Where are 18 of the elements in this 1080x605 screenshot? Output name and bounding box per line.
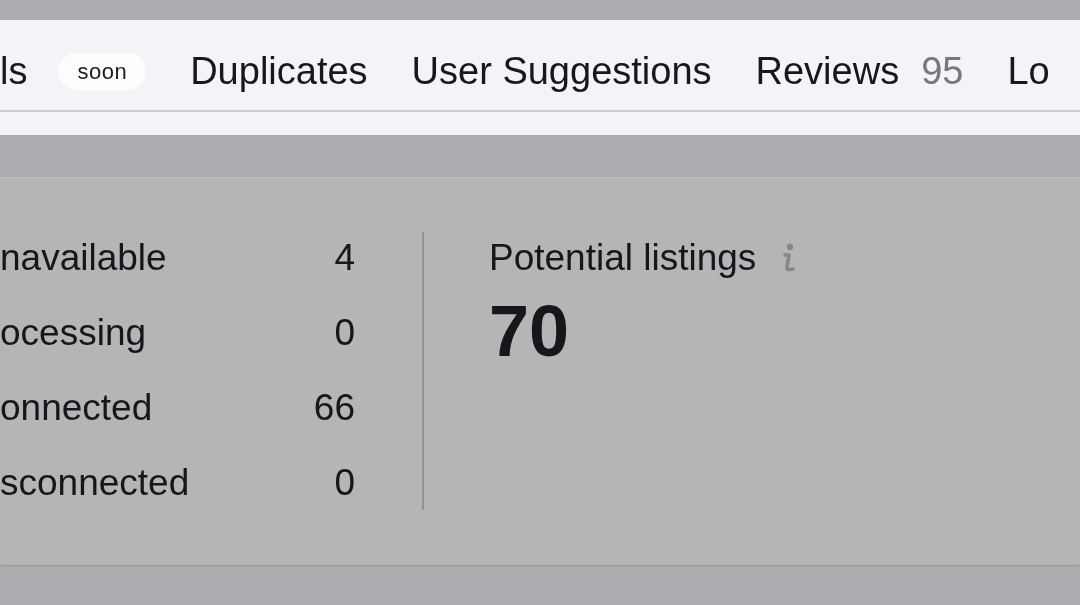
status-badge: soon (58, 52, 147, 90)
stat-value: 0 (334, 460, 355, 505)
tab-count: 95 (921, 49, 964, 94)
stat-label: ocessing (0, 310, 147, 355)
stat-label: navailable (0, 235, 167, 280)
stat-value: 66 (313, 385, 355, 430)
potential-listings-value: 70 (489, 295, 571, 367)
tab[interactable]: ls soon (0, 48, 147, 94)
tab[interactable]: Duplicates (190, 48, 368, 94)
tab[interactable]: User Suggestions (411, 48, 712, 94)
stat-value: 4 (334, 235, 355, 280)
tab[interactable]: Reviews 95 (755, 48, 964, 94)
tab[interactable]: Lo (1007, 48, 1050, 94)
stat-value: 0 (334, 310, 355, 355)
info-icon[interactable] (781, 242, 796, 273)
stat-label: onnected (0, 385, 153, 430)
potential-listings-label: Potential listings (489, 235, 757, 280)
stat-label: sconnected (0, 460, 190, 505)
